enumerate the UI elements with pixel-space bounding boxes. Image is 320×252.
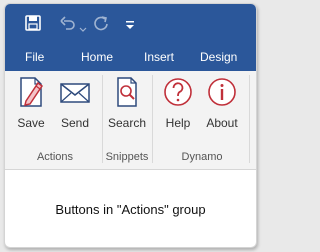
group-separator	[152, 75, 153, 163]
tab-file[interactable]: File	[25, 50, 44, 64]
search-button-label: Search	[107, 116, 147, 130]
tab-home[interactable]: Home	[81, 50, 113, 64]
question-icon	[164, 78, 192, 106]
group-separator	[102, 75, 103, 163]
tab-design[interactable]: Design	[200, 50, 237, 64]
caption: Buttons in "Actions" group	[55, 202, 206, 217]
about-button[interactable]: About	[201, 73, 243, 133]
save-icon[interactable]	[25, 15, 41, 36]
group-label-dynamo: Dynamo	[181, 151, 223, 163]
title-bar	[5, 4, 256, 44]
about-button-label: About	[206, 116, 238, 130]
chevron-down-icon[interactable]	[79, 20, 87, 38]
save-document-icon	[20, 77, 44, 107]
group-label-actions: Actions	[36, 151, 74, 163]
ribbon-panel: Save Send Actions Search Snippets Help A…	[5, 71, 256, 170]
send-button[interactable]: Send	[53, 73, 97, 133]
envelope-icon	[60, 83, 90, 103]
save-button[interactable]: Save	[11, 73, 51, 133]
screenshot-card: File Home Insert Design Save Send Action…	[4, 3, 257, 248]
help-button[interactable]: Help	[159, 73, 197, 133]
search-document-icon	[117, 77, 137, 107]
redo-icon[interactable]	[93, 15, 109, 36]
group-label-snippets: Snippets	[105, 151, 149, 163]
info-icon	[208, 78, 236, 106]
search-button[interactable]: Search	[105, 73, 149, 133]
send-button-label: Send	[60, 116, 90, 130]
undo-icon[interactable]	[59, 15, 77, 36]
tab-insert[interactable]: Insert	[144, 50, 174, 64]
customize-dropdown-icon[interactable]	[125, 17, 135, 35]
ribbon-tabs: File Home Insert Design	[5, 44, 256, 71]
save-button-label: Save	[17, 116, 45, 130]
group-separator	[249, 75, 250, 163]
help-button-label: Help	[165, 116, 191, 130]
